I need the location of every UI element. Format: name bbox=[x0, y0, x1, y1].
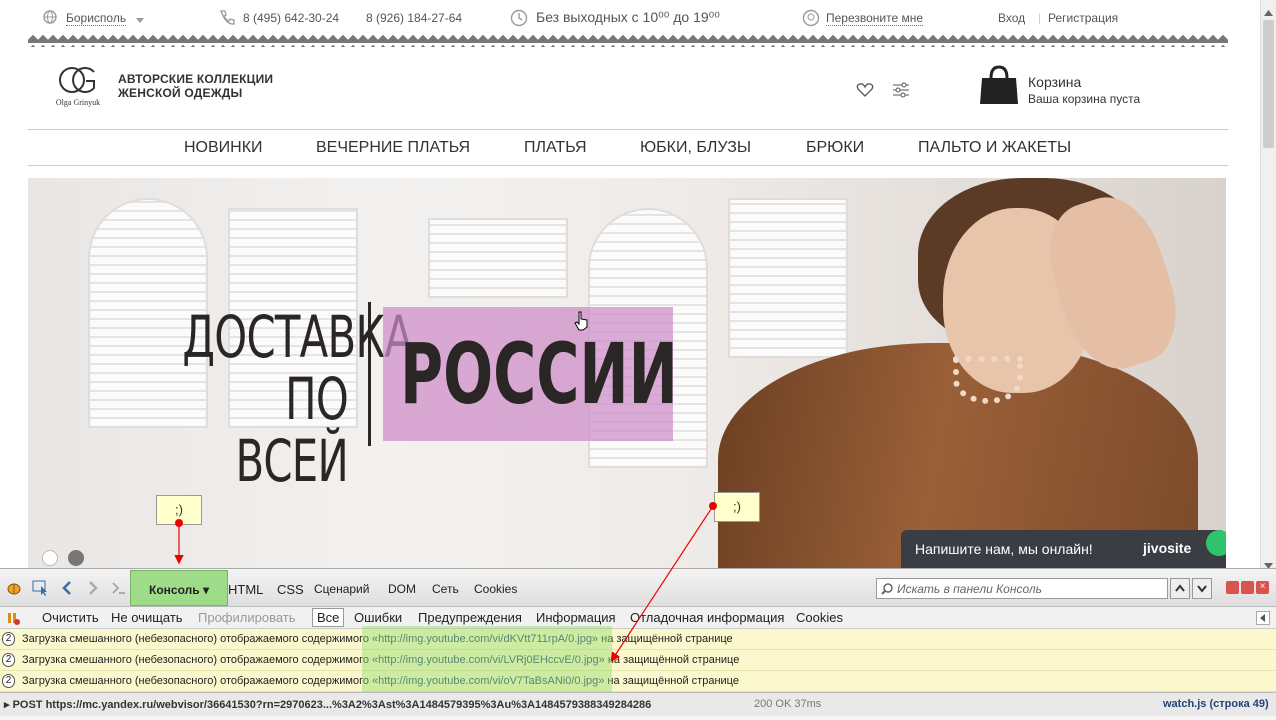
annotation-arrows bbox=[174, 502, 717, 663]
